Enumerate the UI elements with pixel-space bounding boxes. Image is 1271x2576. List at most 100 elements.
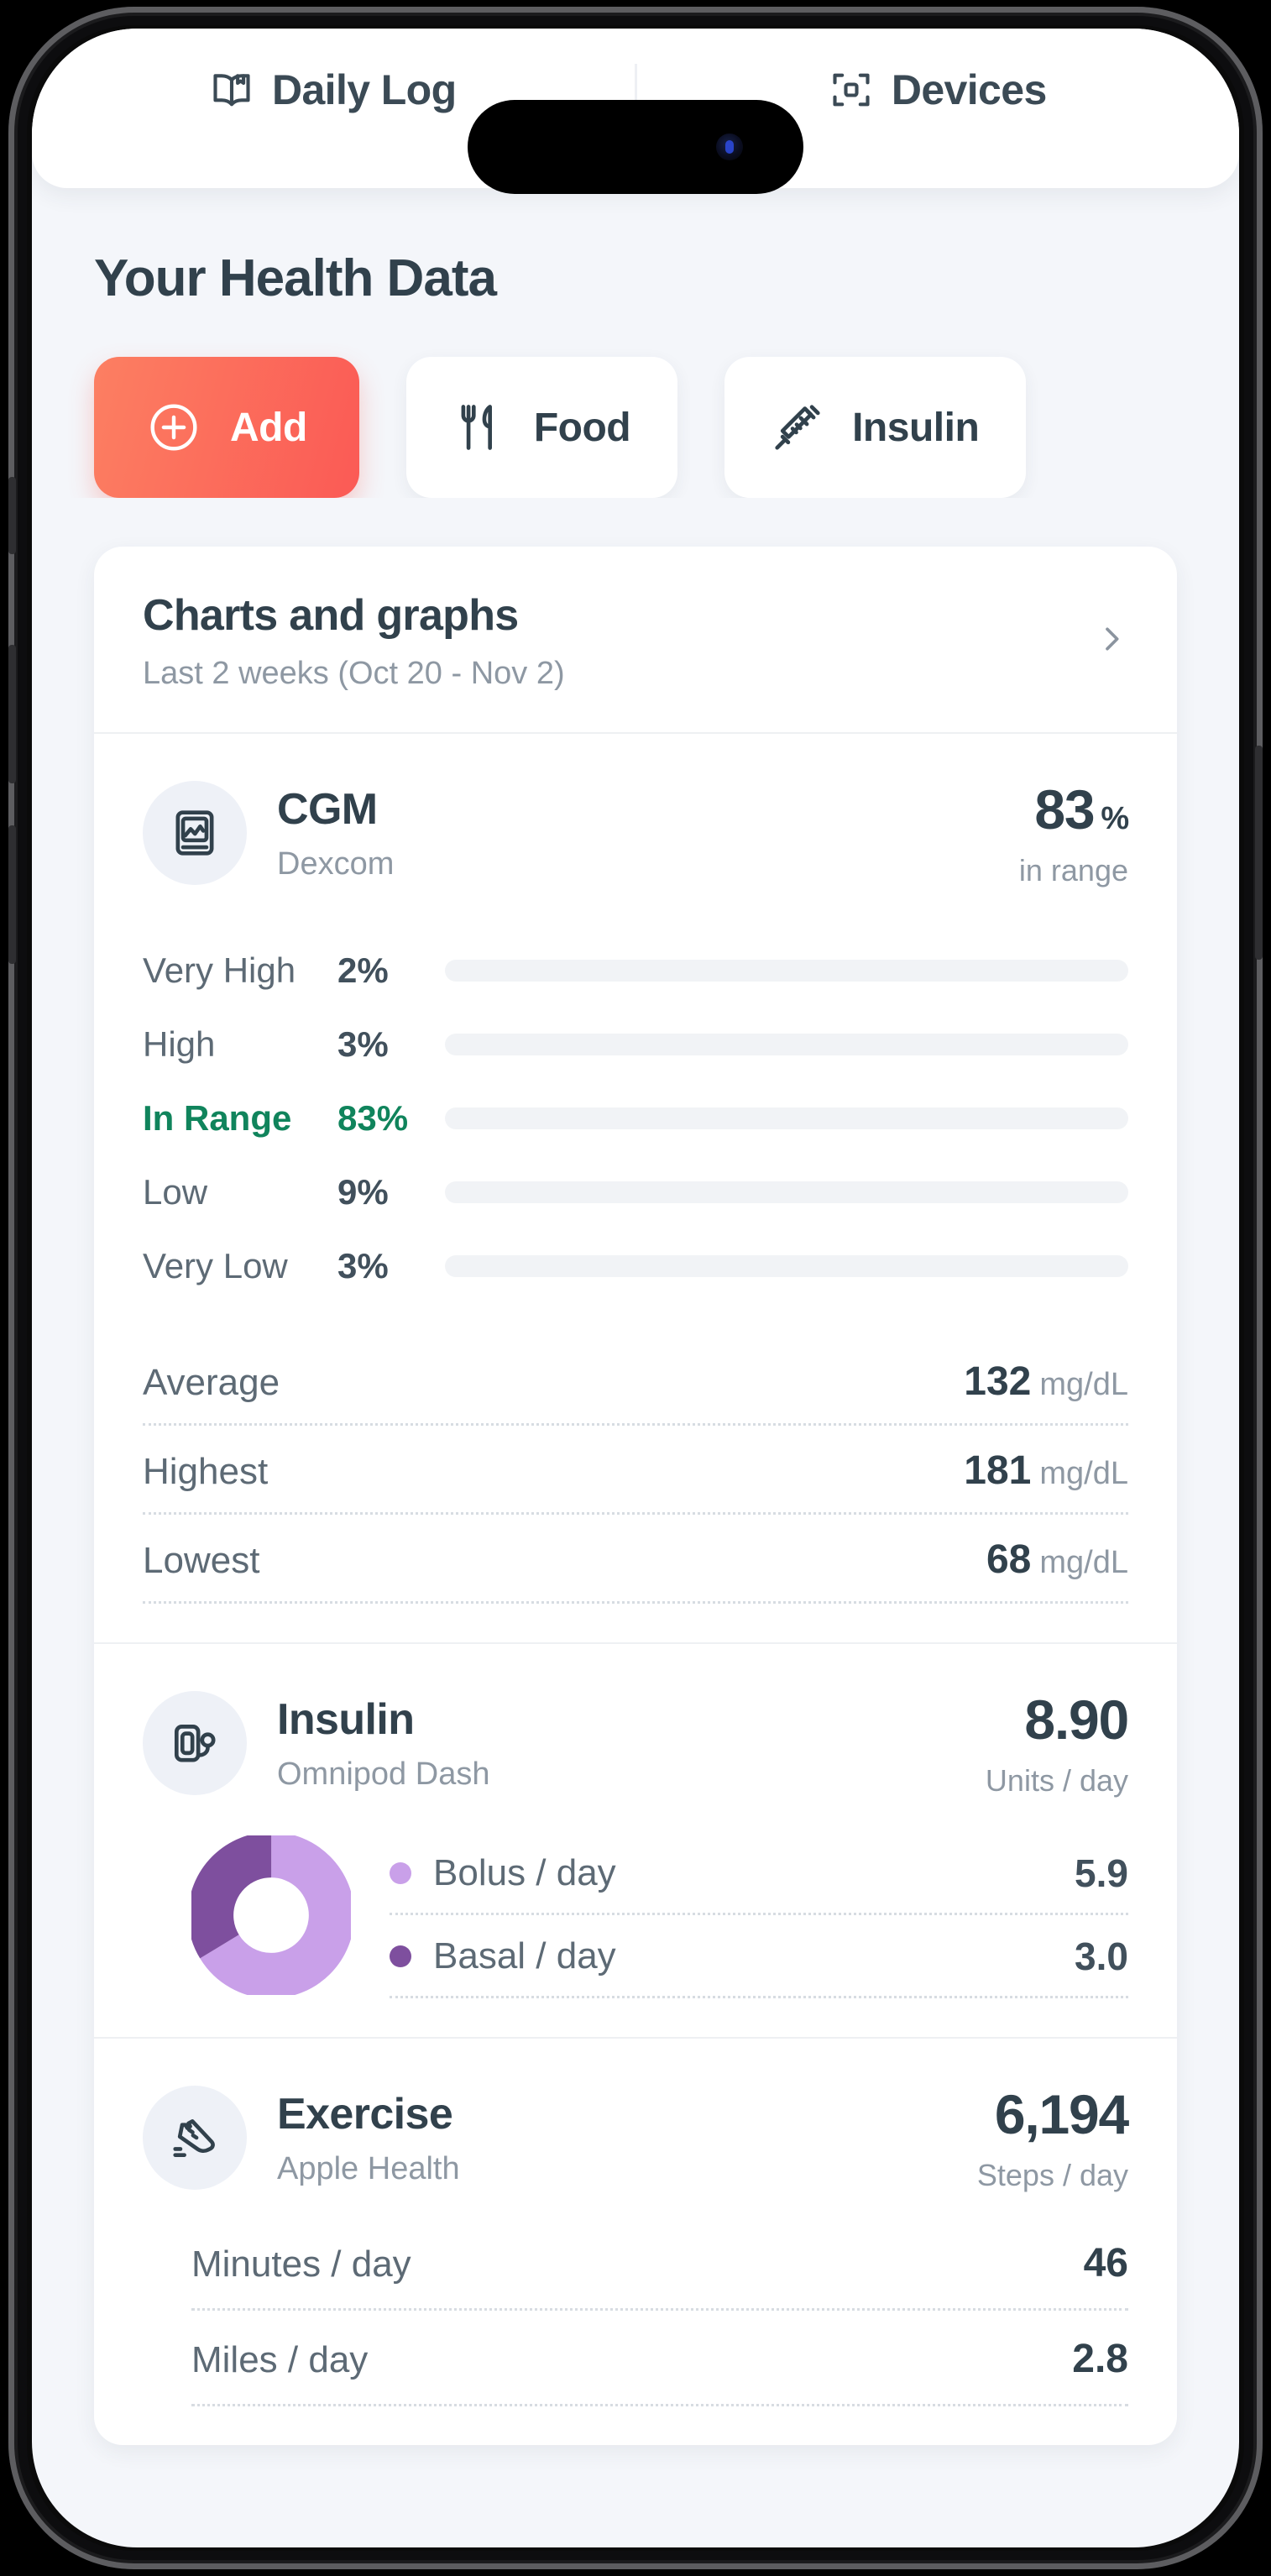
table-row: Minutes / day 46 bbox=[191, 2215, 1128, 2311]
charts-card-title: Charts and graphs bbox=[143, 591, 519, 640]
stat-value: 68 mg/dL bbox=[986, 1537, 1128, 1583]
cgm-header: CGM Dexcom 83% in range bbox=[143, 778, 1129, 888]
stat-unit: mg/dL bbox=[1039, 1456, 1128, 1491]
food-button[interactable]: Food bbox=[405, 357, 678, 498]
charts-card-subtitle: Last 2 weeks (Oct 20 - Nov 2) bbox=[143, 656, 565, 691]
table-row: Average 132 mg/dL bbox=[143, 1337, 1128, 1426]
dist-row-in-range: In Range 83% bbox=[143, 1081, 1128, 1155]
stat-key: Highest bbox=[143, 1451, 269, 1492]
insulin-pump-icon bbox=[143, 1691, 247, 1795]
insulin-source: Omnipod Dash bbox=[277, 1756, 490, 1792]
stat-number: 68 bbox=[986, 1537, 1032, 1582]
dist-row-low: Low 9% bbox=[143, 1155, 1128, 1229]
tab-devices-label: Devices bbox=[891, 66, 1047, 113]
insulin-button[interactable]: Insulin bbox=[724, 357, 1027, 498]
dist-track bbox=[445, 1181, 1128, 1203]
dist-track bbox=[445, 1034, 1128, 1055]
volume-down-button[interactable] bbox=[8, 825, 16, 964]
dist-percent: 2% bbox=[337, 950, 389, 990]
stat-value: 46 bbox=[1083, 2241, 1128, 2285]
chevron-right-icon[interactable] bbox=[1095, 622, 1128, 660]
table-row: Highest 181 mg/dL bbox=[143, 1426, 1128, 1515]
legend-label: Basal / day bbox=[433, 1935, 616, 1977]
dist-label: In Range bbox=[143, 1098, 292, 1138]
add-button-label: Add bbox=[230, 405, 307, 450]
cgm-in-range-value: 83% bbox=[1019, 778, 1129, 841]
exercise-section: Exercise Apple Health 6,194 Steps / day … bbox=[94, 2039, 1177, 2445]
quick-action-row[interactable]: Add Food Insulin bbox=[32, 308, 1239, 498]
exercise-stats-list: Minutes / day 46 Miles / day 2.8 bbox=[143, 2215, 1128, 2406]
stat-key: Average bbox=[143, 1362, 280, 1403]
insulin-unit-caption: Units / day bbox=[985, 1763, 1128, 1798]
stat-key: Lowest bbox=[143, 1540, 260, 1581]
exercise-value: 6,194 bbox=[994, 2083, 1129, 2145]
dist-percent: 9% bbox=[337, 1172, 389, 1212]
dist-label: High bbox=[143, 1024, 216, 1064]
power-button[interactable] bbox=[1255, 746, 1263, 960]
dist-label: Very High bbox=[143, 950, 296, 990]
stat-unit: mg/dL bbox=[1039, 1367, 1128, 1402]
exercise-source: Apple Health bbox=[277, 2150, 460, 2186]
dist-row-very-high: Very High 2% bbox=[143, 934, 1128, 1008]
dist-percent: 83% bbox=[337, 1098, 409, 1138]
cgm-monitor-icon bbox=[143, 781, 247, 885]
charts-and-graphs-card[interactable]: Charts and graphs Last 2 weeks (Oct 20 -… bbox=[94, 547, 1177, 2445]
dist-row-very-low: Very Low 3% bbox=[143, 1229, 1128, 1303]
plus-circle-icon bbox=[146, 400, 201, 455]
cgm-distribution-chart: Very High 2% High 3% In Range 83% Low 9%… bbox=[143, 934, 1128, 1303]
legend-dot-bolus bbox=[390, 1862, 411, 1884]
legend-label: Bolus / day bbox=[433, 1852, 616, 1893]
list-item: Basal / day 3.0 bbox=[390, 1915, 1128, 1998]
phone-screen: Daily Log Devices Your Health Data Add F… bbox=[32, 29, 1239, 2547]
dist-label: Very Low bbox=[143, 1246, 288, 1285]
stat-key: Miles / day bbox=[191, 2339, 369, 2380]
legend-dot-basal bbox=[390, 1945, 411, 1967]
insulin-donut-chart bbox=[191, 1835, 351, 1995]
running-shoe-icon bbox=[143, 2086, 247, 2190]
page-title: Your Health Data bbox=[94, 249, 497, 307]
silent-switch[interactable] bbox=[8, 477, 16, 554]
stat-value: 181 mg/dL bbox=[964, 1448, 1128, 1494]
syringe-icon bbox=[771, 401, 824, 453]
tab-daily-log-label: Daily Log bbox=[271, 66, 457, 113]
exercise-header: Exercise Apple Health 6,194 Steps / day bbox=[143, 2082, 1129, 2193]
book-open-icon bbox=[210, 68, 254, 112]
devices-icon bbox=[829, 68, 873, 112]
charts-card-header[interactable]: Charts and graphs Last 2 weeks (Oct 20 -… bbox=[94, 547, 1177, 734]
legend-value: 5.9 bbox=[1075, 1851, 1128, 1895]
stat-unit: mg/dL bbox=[1039, 1545, 1128, 1580]
insulin-breakdown: Bolus / day 5.9 Basal / day 3.0 bbox=[143, 1832, 1128, 1998]
main-content: Your Health Data Add Food Insulin Charts… bbox=[32, 188, 1239, 2445]
volume-up-button[interactable] bbox=[8, 645, 16, 783]
insulin-legend: Bolus / day 5.9 Basal / day 3.0 bbox=[390, 1832, 1128, 1998]
insulin-button-label: Insulin bbox=[852, 405, 980, 450]
dist-track bbox=[445, 1255, 1128, 1277]
exercise-name: Exercise bbox=[277, 2089, 453, 2139]
cgm-name: CGM bbox=[277, 784, 378, 834]
cgm-in-range-caption: in range bbox=[1018, 853, 1128, 887]
cgm-stats-list: Average 132 mg/dL Highest 181 mg/dL Lowest… bbox=[143, 1337, 1128, 1604]
stat-value: 2.8 bbox=[1072, 2337, 1128, 2381]
insulin-header: Insulin Omnipod Dash 8.90 Units / day bbox=[143, 1688, 1129, 1798]
exercise-unit-caption: Steps / day bbox=[976, 2158, 1128, 2192]
legend-value: 3.0 bbox=[1075, 1935, 1128, 1978]
dist-label: Low bbox=[143, 1172, 208, 1212]
stat-number: 181 bbox=[964, 1448, 1032, 1493]
dist-percent: 3% bbox=[337, 1024, 389, 1064]
stat-key: Minutes / day bbox=[191, 2244, 411, 2285]
camera-lens-dot bbox=[725, 140, 734, 154]
dist-track bbox=[445, 1107, 1128, 1129]
phone-frame: Daily Log Devices Your Health Data Add F… bbox=[8, 7, 1263, 2569]
table-row: Miles / day 2.8 bbox=[191, 2311, 1128, 2406]
front-camera bbox=[716, 134, 743, 160]
insulin-value: 8.90 bbox=[1024, 1689, 1129, 1751]
stat-number: 132 bbox=[964, 1359, 1032, 1404]
fork-knife-icon bbox=[453, 401, 505, 453]
add-button[interactable]: Add bbox=[94, 357, 359, 498]
insulin-section: Insulin Omnipod Dash 8.90 Units / day Bo… bbox=[94, 1644, 1177, 2039]
insulin-name: Insulin bbox=[277, 1694, 415, 1744]
cgm-in-range-number: 83 bbox=[1034, 778, 1095, 840]
food-button-label: Food bbox=[533, 405, 631, 450]
table-row: Lowest 68 mg/dL bbox=[143, 1515, 1128, 1604]
stat-value: 132 mg/dL bbox=[964, 1359, 1128, 1405]
